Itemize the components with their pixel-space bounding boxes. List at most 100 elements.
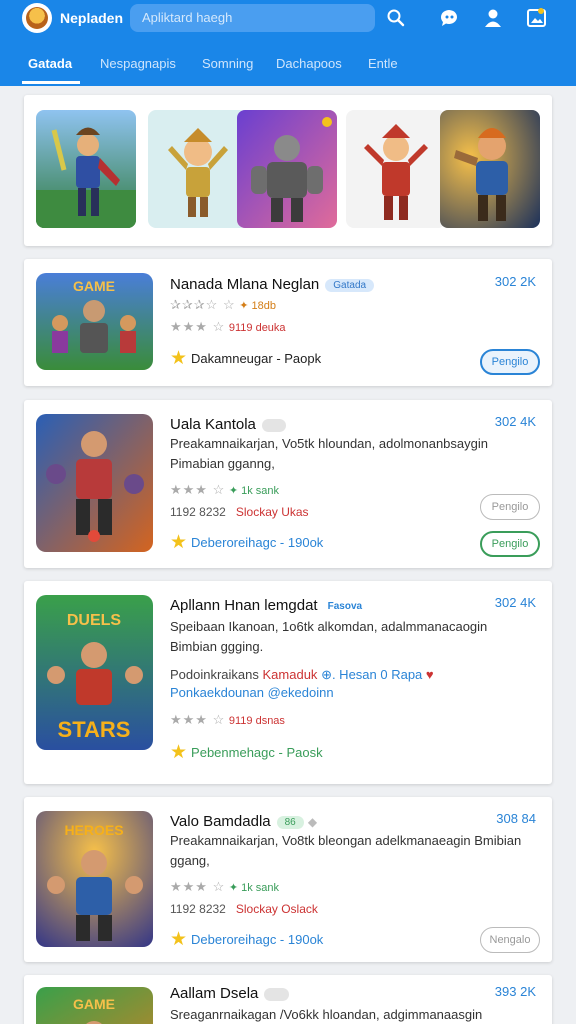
rating-stars: ★★★ ☆: [170, 712, 226, 727]
developer-label: Pebenmehagc - Paosk: [191, 745, 323, 760]
developer-row: ★ Deberoreihagc - 190ok: [170, 533, 323, 552]
app-name[interactable]: Uala Kantola: [170, 416, 287, 433]
developer-row: ★ Dakamneugar - Paopk: [170, 349, 321, 368]
app-list-item[interactable]: DUELS STARS Apllann Hnan lemgdat Fasova 30…: [24, 581, 552, 784]
featured-game-5[interactable]: [440, 110, 540, 228]
app-badge: Gatada: [325, 278, 375, 292]
rating-note: 9119 deuka: [228, 322, 286, 334]
app-description: Preakamnaikarjan, Vo5tk hloundan, adolmo…: [170, 436, 488, 471]
install-button[interactable]: Pengilo: [480, 349, 540, 375]
app-icon[interactable]: [36, 414, 153, 552]
app-icon[interactable]: HEROES: [36, 811, 153, 947]
developer-label: Deberoreihagc - 190ok: [191, 535, 324, 550]
app-name[interactable]: Nanada Mlana Neglan Gatada: [170, 276, 375, 293]
featured-game-4[interactable]: [346, 110, 446, 228]
app-list-item[interactable]: HEROES Valo Bamdadla 86 ◆ 308 84 Preakamn…: [24, 797, 552, 962]
tab-gatada[interactable]: Gatada: [28, 56, 72, 71]
star-icon: ★: [170, 348, 188, 369]
app-badge: [264, 987, 289, 1001]
app-size: 308 84: [496, 811, 536, 826]
heart-icon: ♥: [425, 667, 434, 682]
search-input[interactable]: Apliktard haegh: [130, 4, 375, 32]
svg-text:STARS: STARS: [58, 717, 131, 742]
logo-avatar-icon: [26, 7, 48, 29]
app-icon[interactable]: DUELS STARS: [36, 595, 153, 750]
app-list-item[interactable]: GAME Nanada Mlana Neglan Gatada 302 2K ✰✰…: [24, 259, 552, 386]
app-icon[interactable]: GAME: [36, 987, 153, 1024]
star-icon: ★: [170, 929, 188, 950]
rating-stars: ✰✰✰☆ ☆: [170, 297, 236, 312]
gallery-icon[interactable]: [526, 7, 548, 29]
app-badge: 86: [276, 815, 304, 829]
rating-row: ★★★ ☆ 9119 deuka: [170, 319, 286, 335]
app-name[interactable]: Apllann Hnan lemgdat Fasova: [170, 597, 366, 614]
rating-stars: ★★★ ☆: [170, 879, 226, 894]
app-name[interactable]: Aallam Dsela: [170, 985, 289, 1002]
developer-label: Dakamneugar - Paopk: [191, 351, 322, 366]
user-icon[interactable]: [482, 7, 504, 29]
app-title: Nepladen: [60, 10, 124, 26]
install-button[interactable]: Pengilo: [480, 531, 540, 557]
featured-game-2[interactable]: [148, 110, 248, 228]
tag-text[interactable]: Kamaduk: [263, 667, 318, 682]
developer-link[interactable]: Ponkaekdounan @ekedoinn: [170, 685, 334, 700]
tab-bar: Gatada Nespagnapis Somning Dachapoos Ent…: [0, 50, 576, 86]
chat-icon[interactable]: [438, 7, 460, 29]
app-description: Preakamnaikarjan, Vo8tk bleongan adelkma…: [170, 833, 522, 868]
developer-row: ★ Pebenmehagc - Paosk: [170, 743, 323, 762]
search-icon[interactable]: [386, 8, 406, 28]
app-list-item[interactable]: Uala Kantola 302 4K Preakamnaikarjan, Vo…: [24, 400, 552, 568]
developer-label: Deberoreihagc - 190ok: [191, 932, 324, 947]
app-logo[interactable]: [22, 3, 52, 33]
rating-stars: ★★★ ☆: [170, 319, 226, 334]
rating-note: 9119 dsnas: [228, 715, 285, 727]
svg-text:GAME: GAME: [73, 278, 115, 294]
rating-note: ✦ 1k sank: [228, 485, 280, 497]
tab-entle[interactable]: Entle: [368, 56, 398, 71]
app-size: 302 2K: [494, 274, 536, 289]
app-name[interactable]: Valo Bamdadla 86 ◆: [170, 813, 317, 830]
app-badge: [261, 418, 287, 432]
featured-game-1[interactable]: [36, 110, 136, 228]
meta-row: 1192 8232 Slockay Ukas: [170, 505, 309, 519]
rating-row: ★★★ ☆ ✦ 1k sank: [170, 482, 279, 498]
tab-nespagnapis[interactable]: Nespagnapis: [100, 56, 176, 71]
tag-link[interactable]: ⊕. Hesan 0 Rapa: [321, 667, 422, 682]
meta-tag: Slockay Oslack: [235, 902, 318, 916]
meta-tag: Slockay Ukas: [235, 505, 309, 519]
rating-row: ★★★ ☆ ✦ 1k sank: [170, 879, 279, 895]
meta-count: 1192 8232: [170, 902, 226, 916]
app-description: Speibaan Ikanoan, 1o6tk alkomdan, adalmm…: [170, 619, 488, 654]
app-size: 302 4K: [494, 595, 536, 610]
featured-game-3[interactable]: [237, 110, 337, 228]
svg-text:GAME: GAME: [73, 996, 115, 1012]
tab-somning[interactable]: Somning: [202, 56, 253, 71]
tag-text: Podoinkraikans: [170, 667, 259, 682]
app-size: 302 4K: [494, 414, 536, 429]
rating-stars: ★★★ ☆: [170, 482, 226, 497]
app-description: Sreaganrnaikagan /Vo6kk hloandan, adgimm…: [170, 1007, 483, 1022]
rating-note: ✦ 18db: [239, 300, 276, 312]
rating-row: ★★★ ☆ 9119 dsnas: [170, 712, 285, 728]
tags-row: Podoinkraikans Kamaduk ⊕. Hesan 0 Rapa ♥: [170, 667, 434, 683]
star-icon: ★: [170, 742, 188, 763]
secondary-button[interactable]: Pengilo: [480, 494, 540, 520]
tab-dachapoos[interactable]: Dachapoos: [276, 56, 342, 71]
app-size: 393 2K: [494, 984, 536, 999]
app-icon[interactable]: GAME: [36, 273, 153, 370]
top-app-bar: Nepladen Apliktard haegh Gatada Nespagna…: [0, 0, 576, 86]
developer-row: ★ Deberoreihagc - 190ok: [170, 930, 323, 949]
meta-row: 1192 8232 Slockay Oslack: [170, 902, 318, 916]
featured-carousel: [24, 95, 552, 246]
rating-note: ✦ 1k sank: [228, 882, 280, 894]
app-badge: Fasova: [327, 600, 363, 612]
diamond-icon: ◆: [307, 815, 318, 829]
active-tab-indicator: [22, 81, 80, 84]
svg-text:HEROES: HEROES: [64, 822, 123, 838]
rating-row: ✰✰✰☆ ☆ ✦ 18db: [170, 297, 276, 313]
app-list-item[interactable]: GAME Aallam Dsela 393 2K Sreaganrnaikaga…: [24, 975, 552, 1024]
meta-count: 1192 8232: [170, 505, 226, 519]
svg-text:DUELS: DUELS: [67, 612, 122, 629]
star-icon: ★: [170, 532, 188, 553]
install-button[interactable]: Nengalo: [480, 927, 540, 953]
